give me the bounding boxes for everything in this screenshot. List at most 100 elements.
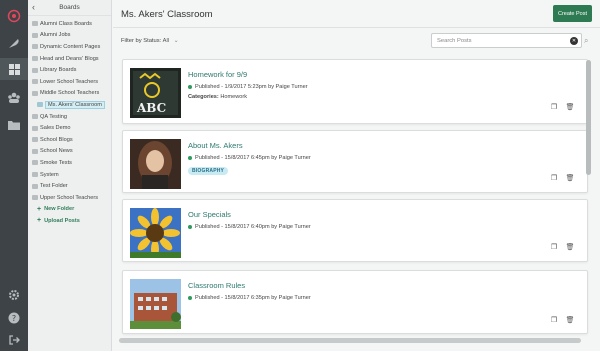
filter-label: Filter by Status:	[121, 38, 162, 44]
post-card[interactable]: ABC Homework for 9/9 Published - 1/9/201…	[122, 59, 588, 124]
settings-icon[interactable]	[6, 287, 22, 303]
tree-item-test-folder[interactable]: Test Folder	[28, 180, 111, 192]
post-title[interactable]: Homework for 9/9	[188, 70, 247, 79]
tree-item-sales-demo[interactable]: Sales Demo	[28, 122, 111, 134]
trash-icon[interactable]: 🗑	[566, 174, 575, 182]
tree-item-label: Lower School Teachers	[40, 78, 99, 85]
tree-item-lower-school-teachers[interactable]: Lower School Teachers	[28, 76, 111, 88]
tree-item-label: Library Boards	[40, 67, 77, 74]
tree-item-library-boards[interactable]: Library Boards	[28, 64, 111, 76]
groups-icon[interactable]	[6, 90, 22, 106]
help-icon[interactable]: ?	[6, 310, 22, 326]
tree-item-head-and-deans-blogs[interactable]: Head and Deans' Blogs	[28, 53, 111, 65]
duplicate-icon[interactable]: ❐	[550, 174, 558, 182]
tree-item-label: Smoke Tests	[40, 159, 72, 166]
post-meta-text: Published - 15/8/2017 6:40pm by Paige Tu…	[195, 224, 311, 230]
folder-icon	[32, 114, 38, 120]
tree-item-system[interactable]: System	[28, 169, 111, 181]
new-folder-label: New Folder	[44, 206, 75, 213]
published-status-icon	[188, 296, 192, 300]
duplicate-icon[interactable]: ❐	[550, 316, 558, 324]
search-icon[interactable]: ⌕	[584, 36, 588, 46]
categories-label: Categories:	[188, 94, 219, 100]
logo-icon[interactable]	[6, 8, 22, 24]
folder-icon	[32, 44, 38, 50]
post-meta-text: Published - 15/8/2017 6:45pm by Paige Tu…	[195, 155, 311, 161]
post-card[interactable]: Classroom Rules Published - 15/8/2017 6:…	[122, 270, 588, 334]
tree-item-school-news[interactable]: School News	[28, 146, 111, 158]
tree-item-label: School Blogs	[40, 136, 73, 143]
post-meta-text: Published - 1/9/2017 5:23pm by Paige Tur…	[195, 84, 308, 90]
tree-item-ms-akers-classroom[interactable]: Ms. Akers' Classroom	[28, 99, 111, 111]
post-title[interactable]: Our Specials	[188, 210, 231, 219]
tree-item-alumni-class-boards[interactable]: Alumni Class Boards	[28, 18, 111, 30]
post-meta-text: Published - 15/8/2017 6:35pm by Paige Tu…	[195, 295, 311, 301]
new-folder-button[interactable]: + New Folder	[28, 204, 111, 216]
published-status-icon	[188, 85, 192, 89]
status-filter[interactable]: Filter by Status: All ⌄	[121, 38, 179, 44]
logout-icon[interactable]	[6, 332, 22, 348]
page-title: Ms. Akers' Classroom	[121, 9, 213, 20]
tree-item-label: Alumni Class Boards	[40, 20, 92, 27]
boards-tree: Alumni Class Boards Alumni Jobs Dynamic …	[28, 16, 111, 227]
tree-item-upper-school-teachers[interactable]: Upper School Teachers	[28, 192, 111, 204]
tree-item-qa-testing[interactable]: QA Testing	[28, 111, 111, 123]
tree-item-label: System	[40, 171, 59, 178]
sidebar-title: Boards	[59, 4, 80, 11]
upload-posts-button[interactable]: + Upload Posts	[28, 215, 111, 227]
filter-value: All	[162, 38, 170, 44]
tree-item-middle-school-teachers[interactable]: Middle School Teachers	[28, 88, 111, 100]
post-categories: Categories: Homework	[188, 94, 247, 100]
boards-sidebar: ‹ Boards Alumni Class Boards Alumni Jobs…	[28, 0, 112, 351]
board-icon	[37, 102, 43, 108]
create-post-button[interactable]: Create Post	[553, 5, 592, 22]
post-thumbnail	[130, 139, 181, 189]
sidebar-header: ‹ Boards	[28, 0, 111, 16]
horizontal-scroll-thumb[interactable]	[119, 338, 581, 343]
tree-item-smoke-tests[interactable]: Smoke Tests	[28, 157, 111, 169]
feather-icon[interactable]	[6, 35, 22, 51]
tree-item-label: Test Folder	[40, 183, 68, 190]
horizontal-scrollbar[interactable]	[119, 338, 585, 344]
duplicate-icon[interactable]: ❐	[550, 243, 558, 251]
post-title[interactable]: Classroom Rules	[188, 281, 245, 290]
tree-item-label: School News	[40, 148, 73, 155]
tree-item-school-blogs[interactable]: School Blogs	[28, 134, 111, 146]
post-card[interactable]: Our Specials Published - 15/8/2017 6:40p…	[122, 199, 588, 262]
folder-icon	[32, 137, 38, 143]
folder-icon	[32, 183, 38, 189]
folder-icon	[32, 172, 38, 178]
collapse-sidebar-icon[interactable]: ‹	[32, 2, 35, 12]
folder-icon[interactable]	[6, 117, 22, 133]
clear-search-icon[interactable]: ✕	[570, 37, 578, 45]
tree-item-label: Dynamic Content Pages	[40, 43, 101, 50]
folder-icon	[32, 56, 38, 62]
post-title[interactable]: About Ms. Akers	[188, 141, 243, 150]
trash-icon[interactable]: 🗑	[566, 316, 575, 324]
dashboard-icon[interactable]	[6, 61, 22, 77]
post-meta: Published - 15/8/2017 6:40pm by Paige Tu…	[188, 224, 311, 230]
tree-item-label: Head and Deans' Blogs	[40, 55, 99, 62]
duplicate-icon[interactable]: ❐	[550, 103, 558, 111]
posts-list: ABC Homework for 9/9 Published - 1/9/201…	[122, 56, 588, 351]
trash-icon[interactable]: 🗑	[566, 243, 575, 251]
trash-icon[interactable]: 🗑	[566, 103, 575, 111]
tree-item-label: Alumni Jobs	[40, 32, 71, 39]
post-meta: Published - 1/9/2017 5:23pm by Paige Tur…	[188, 84, 308, 90]
plus-icon: +	[37, 217, 42, 225]
tree-item-label: Upper School Teachers	[40, 194, 99, 201]
folder-icon	[32, 32, 38, 38]
main-panel: Ms. Akers' Classroom Create Post Filter …	[113, 0, 600, 351]
tree-item-alumni-jobs[interactable]: Alumni Jobs	[28, 30, 111, 42]
folder-open-icon	[32, 90, 38, 96]
tree-item-label: Middle School Teachers	[40, 90, 100, 97]
post-thumbnail	[130, 279, 181, 329]
tree-item-label: Sales Demo	[40, 125, 71, 132]
post-meta: Published - 15/8/2017 6:45pm by Paige Tu…	[188, 155, 311, 161]
post-card[interactable]: About Ms. Akers Published - 15/8/2017 6:…	[122, 130, 588, 193]
post-meta: Published - 15/8/2017 6:35pm by Paige Tu…	[188, 295, 311, 301]
search-input[interactable]: Search Posts ✕	[431, 33, 582, 48]
vertical-scrollbar[interactable]	[586, 60, 591, 175]
folder-icon	[32, 160, 38, 166]
tree-item-dynamic-content-pages[interactable]: Dynamic Content Pages	[28, 41, 111, 53]
